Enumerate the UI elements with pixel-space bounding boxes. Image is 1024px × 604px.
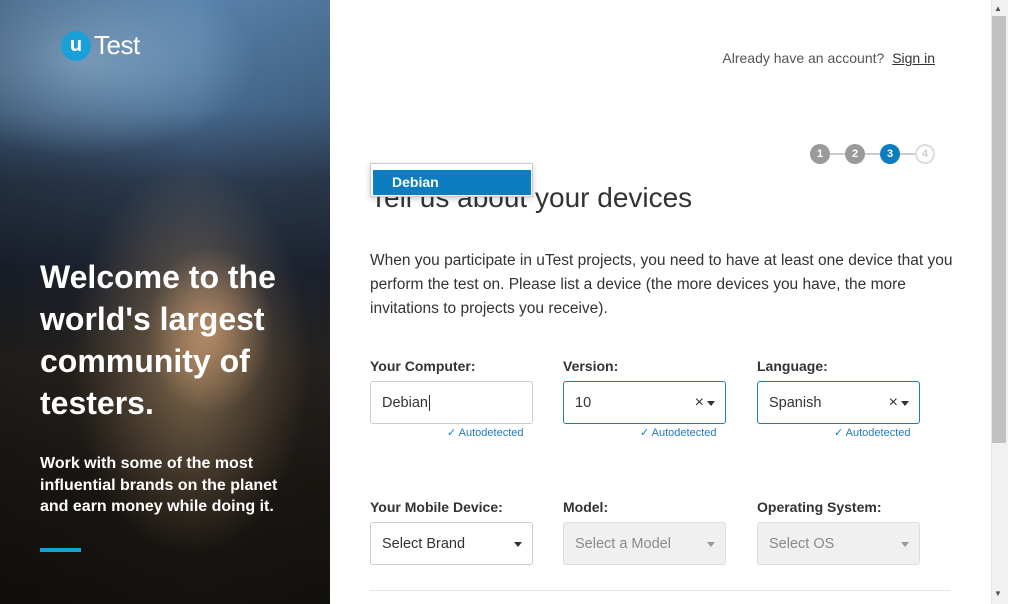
scroll-down-arrow-icon[interactable]: ▼	[994, 589, 1002, 598]
step-4: 4	[915, 144, 935, 164]
version-autodetected: ✓ Autodetected	[640, 427, 717, 439]
computer-autodetected: ✓ Autodetected	[447, 427, 524, 439]
step-2: 2	[845, 144, 865, 164]
language-select[interactable]: Spanish ×	[757, 381, 920, 424]
language-label: Language:	[757, 358, 828, 374]
scroll-up-arrow-icon[interactable]: ▲	[994, 4, 1002, 13]
step-1: 1	[810, 144, 830, 164]
chevron-down-icon	[901, 542, 909, 547]
chevron-down-icon[interactable]	[707, 401, 715, 406]
os-label: Operating System:	[757, 499, 882, 515]
text-cursor	[428, 394, 430, 411]
step-3: 3	[880, 144, 900, 164]
chevron-down-icon	[707, 542, 715, 547]
computer-label: Your Computer:	[370, 358, 476, 374]
clear-language-icon[interactable]: ×	[889, 394, 898, 412]
step-connector	[865, 153, 880, 155]
utest-logo[interactable]: u Test	[61, 30, 140, 61]
section-divider	[370, 590, 950, 591]
computer-value: Debian	[382, 394, 428, 411]
mobile-device-label: Your Mobile Device:	[370, 499, 503, 515]
brand-select[interactable]: Select Brand	[370, 522, 533, 565]
version-value: 10	[575, 394, 592, 411]
step-connector	[830, 153, 845, 155]
computer-input[interactable]: Debian	[370, 381, 533, 424]
hero-panel: u Test Welcome to the world's largest co…	[0, 0, 330, 604]
hero-accent-bar	[40, 548, 81, 552]
dropdown-option[interactable]: Debian	[373, 170, 531, 195]
version-label: Version:	[563, 358, 619, 374]
os-value: Select OS	[769, 535, 835, 552]
model-value: Select a Model	[575, 535, 671, 552]
logo-badge: u	[61, 30, 91, 61]
chevron-down-icon[interactable]	[901, 401, 909, 406]
brand-value: Select Brand	[382, 535, 466, 552]
os-select[interactable]: Select OS	[757, 522, 920, 565]
signin-line: Already have an account? Sign in	[722, 50, 935, 66]
model-select[interactable]: Select a Model	[563, 522, 726, 565]
clear-version-icon[interactable]: ×	[695, 394, 704, 412]
version-select[interactable]: 10 ×	[563, 381, 726, 424]
intro-text: When you participate in uTest projects, …	[370, 252, 953, 317]
language-autodetected: ✓ Autodetected	[834, 427, 911, 439]
logo-text: Test	[94, 30, 140, 60]
step-progress: 1 2 3 4	[810, 144, 935, 164]
hero-title: Welcome to the world's largest community…	[40, 259, 276, 421]
chevron-down-icon[interactable]	[514, 542, 522, 547]
scrollbar-thumb[interactable]	[992, 16, 1006, 443]
language-value: Spanish	[769, 394, 822, 411]
step-connector	[900, 153, 915, 155]
account-prompt: Already have an account?	[722, 50, 885, 66]
model-label: Model:	[563, 499, 609, 515]
computer-autocomplete-dropdown: Debian	[370, 163, 533, 197]
signin-link[interactable]: Sign in	[892, 50, 935, 66]
hero-subtitle: Work with some of the most influential b…	[40, 455, 278, 515]
